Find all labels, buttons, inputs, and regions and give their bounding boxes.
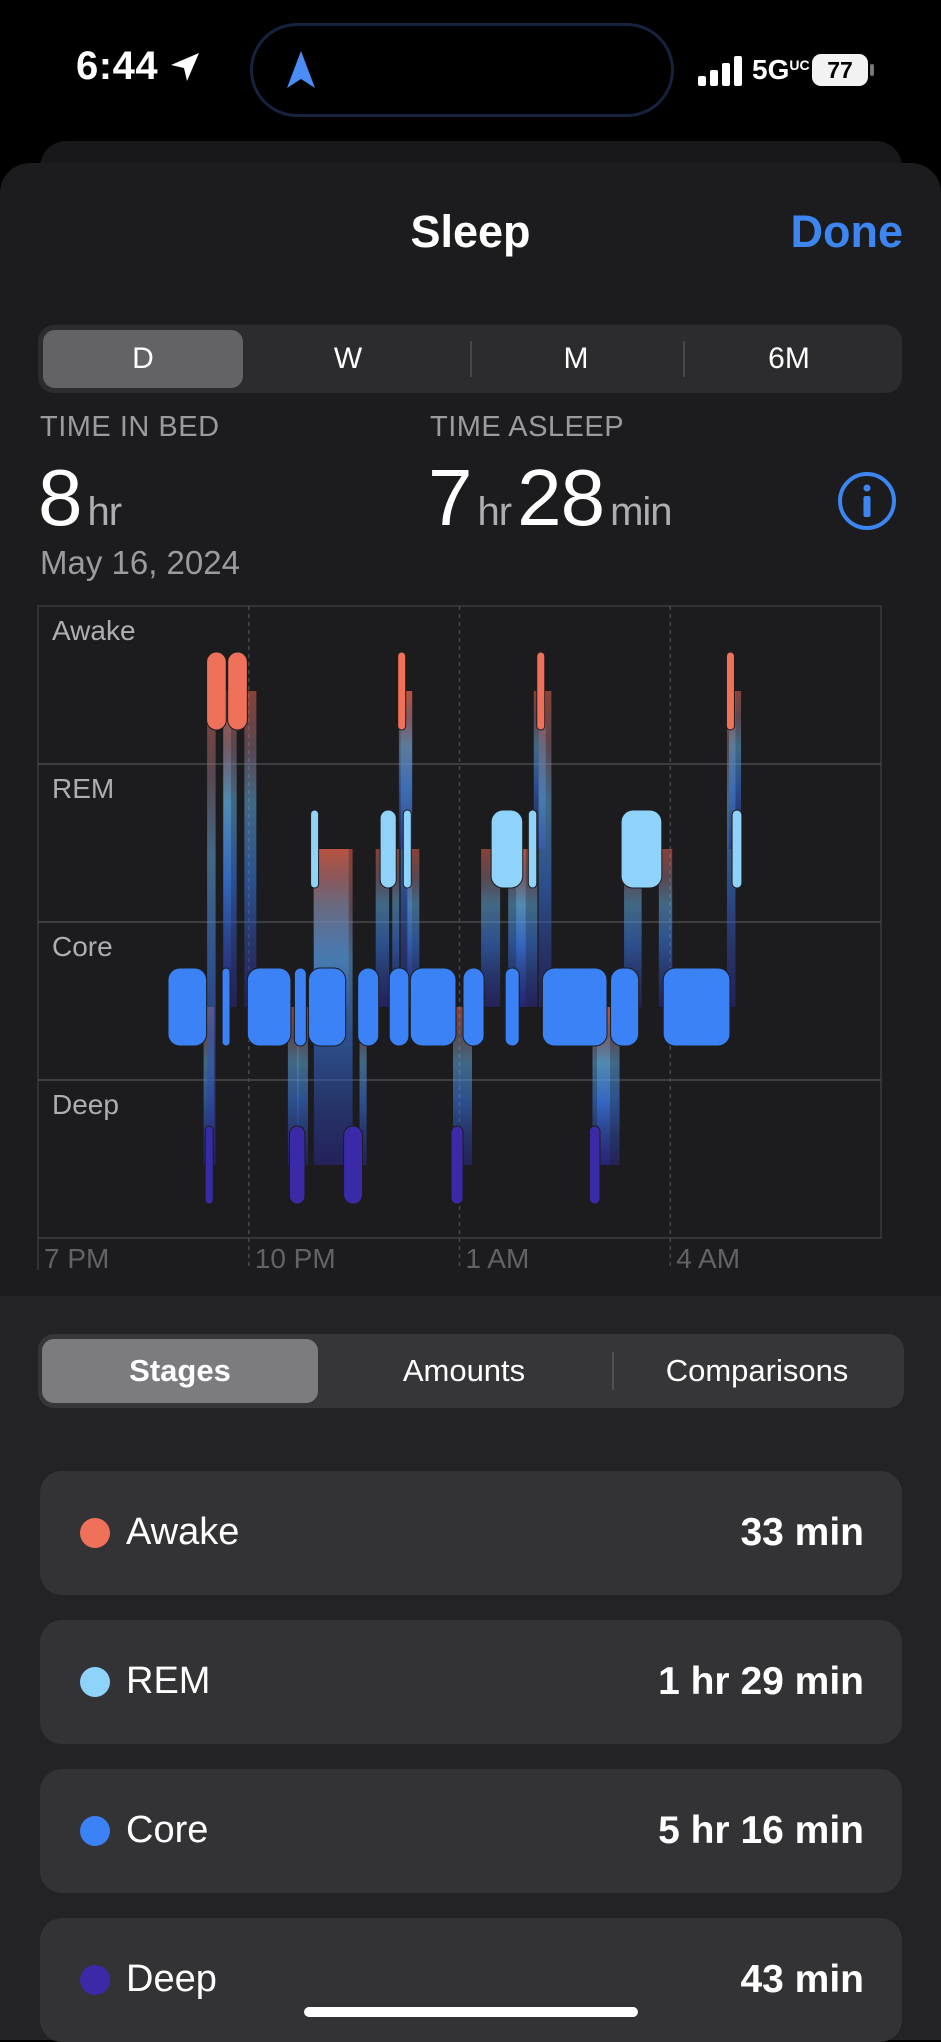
tab-six-months[interactable]: 6M: [683, 330, 895, 388]
tab-comparisons[interactable]: Comparisons: [614, 1339, 900, 1403]
info-icon[interactable]: [836, 470, 898, 532]
clock: 6:44: [76, 44, 159, 88]
stage-duration: 43 min: [740, 1958, 864, 2001]
stage-transition: [538, 691, 552, 1007]
stage-transition: [244, 691, 257, 1007]
sleep-segment-rem: [402, 809, 412, 889]
sleep-segment-core: [541, 967, 608, 1047]
stage-name: REM: [126, 1660, 211, 1702]
stage-axis-label: Core: [52, 931, 113, 962]
time-in-bed-label: TIME IN BED: [40, 411, 220, 443]
sleep-segment-core: [357, 967, 380, 1047]
tab-month[interactable]: M: [470, 330, 682, 388]
sleep-segment-awake: [227, 651, 248, 731]
stage-axis-label: REM: [52, 773, 114, 804]
stage-row-awake[interactable]: Awake 33 min: [40, 1471, 902, 1595]
sleep-segment-core: [221, 967, 231, 1047]
sleep-segment-rem: [620, 809, 663, 889]
stage-transition: [223, 691, 237, 1007]
sleep-segment-core: [610, 967, 640, 1047]
location-arrow-icon: [171, 53, 199, 81]
sleep-segment-rem: [527, 809, 538, 889]
sleep-segment-deep: [450, 1125, 464, 1205]
battery-level: 77: [812, 54, 868, 86]
sleep-segment-rem: [731, 809, 743, 889]
sleep-segment-core: [246, 967, 292, 1047]
stage-axis-label: Awake: [52, 615, 136, 646]
sleep-segment-rem: [379, 809, 397, 889]
status-bar: 6:44 5GUC 77: [0, 0, 941, 140]
sleep-segment-core: [409, 967, 457, 1047]
sleep-segment-awake: [536, 651, 546, 731]
view-segmented-control: Stages Amounts Comparisons: [38, 1334, 904, 1408]
sleep-segment-awake: [725, 651, 735, 731]
sleep-segment-rem: [490, 809, 524, 889]
time-in-bed-value: 8 hr: [38, 453, 122, 542]
stage-row-rem[interactable]: REM 1 hr 29 min: [40, 1620, 902, 1744]
navigation-icon: [287, 51, 315, 88]
sleep-segment-rem: [310, 809, 320, 889]
stage-transition: [207, 691, 216, 1165]
network-type: 5GUC: [752, 54, 810, 85]
sleep-segment-awake: [397, 651, 407, 731]
sleep-segment-deep: [204, 1125, 214, 1205]
sleep-segment-core: [388, 967, 410, 1047]
sleep-segment-core: [167, 967, 208, 1047]
range-segmented-control: D W M 6M: [38, 325, 902, 393]
sleep-segment-core: [504, 967, 520, 1047]
sleep-segment-core: [293, 967, 307, 1047]
core-color-dot: [80, 1816, 110, 1846]
tab-week[interactable]: W: [248, 330, 448, 388]
sleep-segment-deep: [588, 1125, 601, 1205]
cellular-signal-icon: [698, 56, 742, 86]
x-tick-label: 10 PM: [255, 1243, 336, 1270]
stage-row-deep[interactable]: Deep 43 min: [40, 1918, 902, 2042]
stage-name: Awake: [126, 1511, 240, 1553]
time-asleep-label: TIME ASLEEP: [430, 411, 625, 443]
dynamic-island[interactable]: [250, 23, 674, 117]
stage-axis-label: Deep: [52, 1089, 119, 1120]
sleep-segment-core: [662, 967, 731, 1047]
x-tick-label: 4 AM: [676, 1243, 740, 1270]
battery-icon: 77: [812, 54, 876, 86]
sleep-segment-deep: [343, 1125, 364, 1205]
stage-row-core[interactable]: Core 5 hr 16 min: [40, 1769, 902, 1893]
tab-amounts[interactable]: Amounts: [322, 1339, 606, 1403]
stage-name: Deep: [126, 1958, 217, 2000]
stage-duration: 33 min: [740, 1511, 864, 1554]
tab-stages[interactable]: Stages: [42, 1339, 318, 1403]
home-indicator[interactable]: [304, 2007, 638, 2017]
sleep-segment-deep: [288, 1125, 306, 1205]
x-tick-label: 7 PM: [44, 1243, 109, 1270]
tab-day[interactable]: D: [43, 330, 243, 388]
sleep-stages-chart[interactable]: Awake REM Core Deep 7 PM 10 PM 1 AM 4 AM: [0, 600, 941, 1274]
deep-color-dot: [80, 1965, 110, 1995]
sleep-segment-core: [307, 967, 347, 1047]
x-tick-label: 1 AM: [466, 1243, 530, 1270]
sleep-segment-core: [462, 967, 485, 1047]
sleep-segment-awake: [206, 651, 227, 731]
rem-color-dot: [80, 1667, 110, 1697]
done-button[interactable]: Done: [791, 206, 904, 258]
stage-duration: 5 hr 16 min: [658, 1809, 864, 1852]
sleep-date: May 16, 2024: [40, 544, 240, 581]
chart-svg: Awake REM Core Deep 7 PM 10 PM 1 AM 4 AM: [37, 605, 882, 1274]
awake-color-dot: [80, 1518, 110, 1548]
stage-duration: 1 hr 29 min: [658, 1660, 864, 1703]
stage-name: Core: [126, 1809, 209, 1851]
time-asleep-value: 7 hr28 min: [428, 453, 673, 542]
